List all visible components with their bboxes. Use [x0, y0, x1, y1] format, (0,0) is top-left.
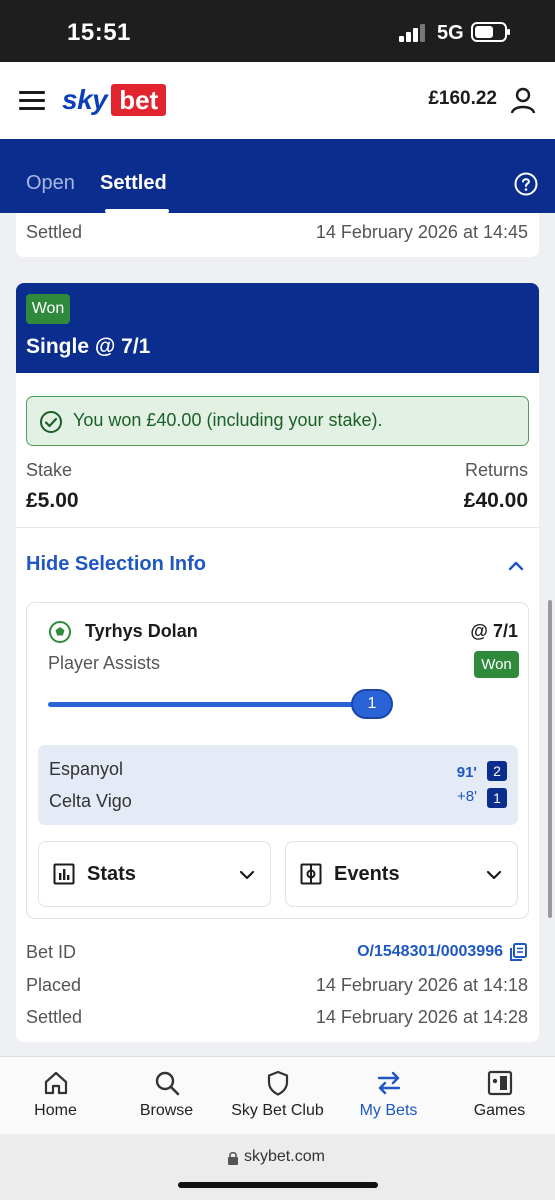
chevron-down-icon	[239, 870, 255, 880]
match-minute: 91'	[456, 764, 477, 781]
status-badge: Won	[26, 294, 70, 324]
nav-games[interactable]: Games	[444, 1057, 555, 1135]
browser-url-bar: skybet.com	[0, 1134, 555, 1200]
account-balance[interactable]: £160.22	[428, 88, 497, 110]
selection-odds: @ 7/1	[470, 621, 518, 641]
settled-label: Settled	[26, 1007, 83, 1027]
cards-icon	[487, 1070, 513, 1096]
bet-id-label: Bet ID	[26, 942, 77, 962]
stats-label: Stats	[87, 863, 136, 885]
win-message: You won £40.00 (including your stake).	[73, 410, 383, 430]
bottom-nav: Home Browse Sky Bet Club My Bets Games	[0, 1056, 555, 1134]
chevron-down-icon	[486, 870, 502, 880]
swap-arrows-icon	[377, 1071, 401, 1095]
tab-open[interactable]: Open	[26, 172, 75, 195]
nav-games-label: Games	[473, 1102, 526, 1119]
status-time: 15:51	[67, 19, 131, 46]
url-text[interactable]: skybet.com	[244, 1148, 325, 1166]
home-indicator[interactable]	[178, 1182, 378, 1188]
battery-icon	[471, 22, 510, 42]
away-score: 1	[487, 788, 507, 808]
scrollbar[interactable]	[548, 600, 552, 918]
settled-value: 14 February 2026 at 14:28	[315, 1007, 528, 1027]
home-team: Espanyol	[49, 759, 124, 779]
hide-selection-info-button[interactable]: Hide Selection Info	[26, 553, 206, 576]
signal-icon	[399, 24, 425, 42]
selection-info: Tyrhys Dolan @ 7/1 Player Assists Won 1 …	[26, 602, 529, 919]
home-icon	[44, 1071, 68, 1095]
help-icon[interactable]	[514, 172, 538, 196]
returns-label: Returns	[464, 460, 528, 480]
status-bar: 15:51 5G	[0, 0, 555, 62]
added-time: +8'	[457, 788, 477, 805]
selection-status-badge: Won	[474, 651, 519, 678]
bet-card: Won Single @ 7/1 You won £40.00 (includi…	[16, 283, 539, 1042]
stake-value: £5.00	[26, 489, 79, 512]
home-score: 2	[487, 761, 507, 781]
win-banner: You won £40.00 (including your stake).	[26, 396, 529, 446]
nav-sky-bet-club[interactable]: Sky Bet Club	[222, 1057, 333, 1135]
tab-settled[interactable]: Settled	[100, 172, 167, 195]
nav-my-bets[interactable]: My Bets	[333, 1057, 444, 1135]
stake-label: Stake	[26, 460, 73, 480]
market-name: Player Assists	[48, 653, 161, 673]
live-score: Espanyol Celta Vigo 91' +8' 2 1	[38, 745, 518, 825]
nav-sky-bet-club-label: Sky Bet Club	[231, 1102, 324, 1119]
nav-home-label: Home	[34, 1102, 77, 1119]
returns-value: £40.00	[463, 489, 528, 512]
lock-icon	[228, 1151, 238, 1165]
events-label: Events	[334, 863, 400, 885]
check-circle-icon	[40, 411, 62, 433]
nav-browse-label: Browse	[139, 1102, 194, 1119]
away-team: Celta Vigo	[49, 791, 132, 811]
bets-tabs: Open Settled	[0, 139, 555, 213]
nav-home[interactable]: Home	[0, 1057, 111, 1135]
placed-label: Placed	[26, 975, 82, 995]
stats-dropdown[interactable]: Stats	[38, 841, 271, 907]
progress-track	[48, 702, 368, 707]
previous-bet-card: Settled 14 February 2026 at 14:45	[16, 213, 539, 257]
chevron-up-icon[interactable]	[506, 556, 526, 576]
progress-value: 1	[351, 689, 393, 719]
divider	[16, 527, 539, 528]
events-dropdown[interactable]: Events	[285, 841, 518, 907]
network-type: 5G	[437, 22, 464, 44]
bet-title: Single @ 7/1	[26, 335, 151, 358]
search-icon	[155, 1071, 180, 1096]
player-name: Tyrhys Dolan	[85, 621, 198, 641]
pitch-icon	[300, 863, 322, 885]
bar-chart-icon	[53, 863, 75, 885]
prev-settled-label: Settled	[26, 222, 83, 242]
skybet-logo[interactable]: sky bet	[62, 84, 167, 116]
app-header: sky bet £160.22	[0, 62, 555, 139]
prev-settled-value: 14 February 2026 at 14:45	[315, 222, 528, 242]
shield-icon	[267, 1070, 289, 1096]
menu-icon[interactable]	[19, 91, 45, 111]
bet-card-header: Won Single @ 7/1	[16, 283, 539, 373]
football-icon	[49, 621, 71, 643]
placed-value: 14 February 2026 at 14:18	[315, 975, 528, 995]
account-icon[interactable]	[509, 86, 537, 114]
bet-id-value[interactable]: O/1548301/0003996	[357, 943, 503, 961]
nav-my-bets-label: My Bets	[359, 1102, 418, 1119]
copy-icon[interactable]	[508, 942, 528, 962]
nav-browse[interactable]: Browse	[111, 1057, 222, 1135]
